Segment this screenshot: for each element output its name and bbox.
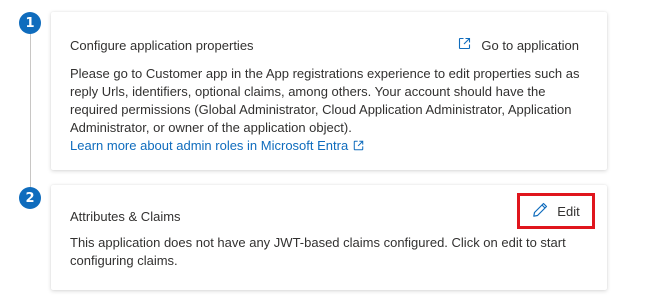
page: 1 Configure application properties Go to… — [0, 0, 647, 305]
pencil-icon — [532, 201, 549, 221]
go-to-application-label: Go to application — [481, 37, 579, 53]
card-title: Configure application properties — [70, 38, 254, 53]
attributes-and-claims-card: Attributes & Claims Edit This applicatio… — [51, 185, 607, 290]
learn-more-admin-roles-link[interactable]: Learn more about admin roles in Microsof… — [70, 138, 364, 153]
learn-more-label: Learn more about admin roles in Microsof… — [70, 138, 349, 153]
open-in-new-icon — [458, 37, 471, 53]
edit-label: Edit — [557, 203, 580, 219]
card-title: Attributes & Claims — [70, 209, 181, 224]
step-connector-line — [30, 30, 31, 188]
step-1-badge: 1 — [19, 12, 41, 34]
configure-application-properties-card: Configure application properties Go to a… — [51, 12, 607, 170]
card-description: This application does not have any JWT-b… — [70, 235, 566, 268]
card-description: Please go to Customer app in the App reg… — [70, 65, 592, 156]
open-in-new-icon — [353, 138, 364, 156]
card-description-text: Please go to Customer app in the App reg… — [70, 66, 580, 135]
go-to-application-link[interactable]: Go to application — [458, 37, 579, 53]
edit-button[interactable]: Edit — [517, 193, 595, 229]
step-2-badge: 2 — [19, 187, 41, 209]
